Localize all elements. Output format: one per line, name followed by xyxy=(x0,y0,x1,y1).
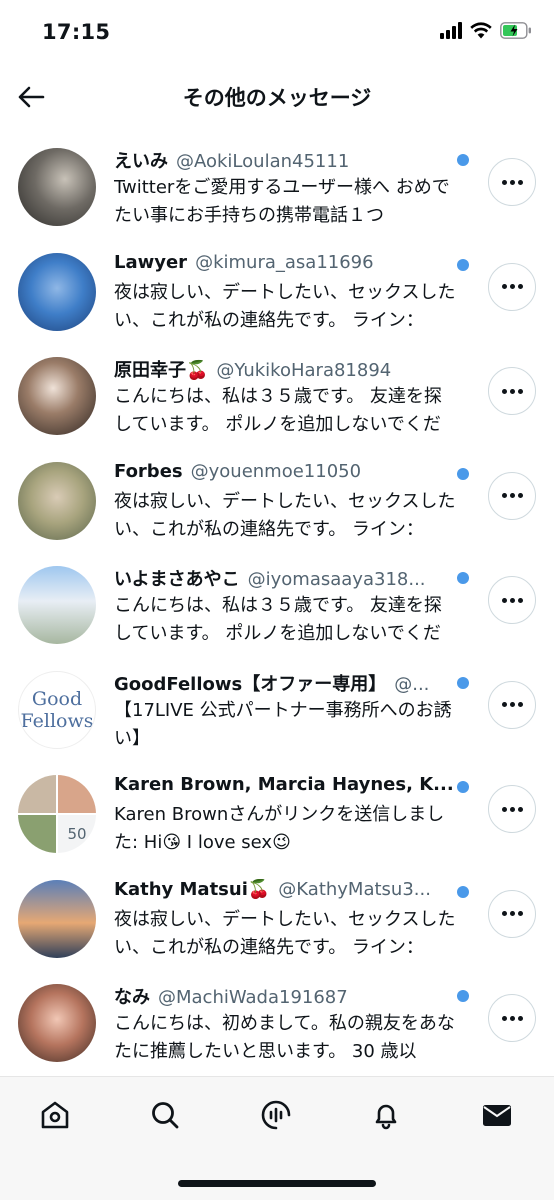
unread-dot xyxy=(457,154,469,166)
message-preview: Twitterをご愛用するユーザー様へ おめでたい事にお手持ちの携帯電話１つ xyxy=(114,177,450,226)
message-content: Karen Brown, Marcia Haynes, K... Karen B… xyxy=(114,774,459,857)
wifi-icon xyxy=(470,21,492,38)
avatar[interactable] xyxy=(18,357,96,435)
sender-handle: @iyomasaaya318... xyxy=(247,569,426,590)
message-row[interactable]: Forbes @youenmoe11050 夜は寂しい、デートしたい、セックスした… xyxy=(0,446,554,551)
message-content: なみ @MachiWada191687 こんにちは、初めまして。私の親友をあなたに… xyxy=(114,983,459,1066)
messages-icon xyxy=(483,1105,511,1126)
home-icon xyxy=(41,1101,69,1129)
avatar[interactable] xyxy=(18,461,96,540)
message-row[interactable]: Good Fellows GoodFellows【オファー専用】 @... 【17… xyxy=(0,655,554,760)
cellular-signal-icon xyxy=(440,21,462,39)
sender-handle: @MachiWada191687 xyxy=(158,987,348,1008)
message-row[interactable]: えいみ @AokiLoulan45111 Twitterをご愛用するユーザー様へ … xyxy=(0,132,554,237)
avatar[interactable] xyxy=(18,566,96,644)
message-preview: こんにちは、私は３５歳です。 友達を探しています。 ポルノを追加しないでくだ xyxy=(114,386,442,435)
unread-dot xyxy=(457,572,469,584)
sender-handle: @YukikoHara81894 xyxy=(216,360,392,381)
more-options-button[interactable] xyxy=(488,471,536,520)
message-preview: 夜は寂しい、デートしたい、セックスしたい、これが私の連絡先です。 ライン： xyxy=(114,908,456,958)
message-row[interactable]: 50 Karen Brown, Marcia Haynes, K... Kare… xyxy=(0,759,554,864)
unread-dot xyxy=(457,781,469,793)
unread-dot xyxy=(457,676,469,689)
avatar[interactable] xyxy=(18,879,96,958)
message-preview: Karen Brownさんがリンクを送信しました: Hi😘 I love sex… xyxy=(114,804,445,853)
battery-charging-icon xyxy=(500,21,531,39)
message-row[interactable]: Lawyer @kimura_asa11696 夜は寂しい、デートしたい、セックス… xyxy=(0,237,554,342)
nav-search[interactable] xyxy=(143,1093,187,1137)
more-options-button[interactable] xyxy=(488,680,536,729)
sender-handle: @AokiLoulan45111 xyxy=(176,151,350,172)
message-content: Forbes @youenmoe11050 夜は寂しい、デートしたい、セックスした… xyxy=(114,461,459,544)
message-content: 原田幸子🍒 @YukikoHara81894 こんにちは、私は３５歳です。 友達を… xyxy=(114,356,459,439)
sender-name: GoodFellows【オファー専用】 xyxy=(114,673,387,695)
spaces-icon xyxy=(261,1100,291,1130)
avatar-logo-text: Fellows xyxy=(20,709,94,732)
sender-name: Kathy Matsui🍒 xyxy=(114,878,271,900)
more-options-button[interactable] xyxy=(488,262,536,311)
sender-name: なみ xyxy=(114,987,150,1008)
nav-spaces[interactable] xyxy=(254,1093,298,1137)
sender-handle: @... xyxy=(394,673,430,695)
more-options-button[interactable] xyxy=(488,785,536,833)
message-preview: 【17LIVE 公式パートナー事務所へのお誘い】 xyxy=(114,699,452,749)
more-options-button[interactable] xyxy=(488,367,536,415)
message-preview: こんにちは、私は３５歳です。 友達を探しています。 ポルノを追加しないでくだ xyxy=(114,595,442,644)
status-time: 17:15 xyxy=(42,20,111,44)
message-row[interactable]: Kathy Matsui🍒 @KathyMatsu3... 夜は寂しい、デートした… xyxy=(0,864,554,969)
avatar[interactable] xyxy=(18,984,96,1062)
more-options-button[interactable] xyxy=(488,994,536,1042)
notifications-icon xyxy=(375,1104,397,1130)
group-member-count: 50 xyxy=(58,815,96,853)
avatar[interactable] xyxy=(18,148,96,226)
home-indicator xyxy=(178,1180,376,1187)
sender-handle: @KathyMatsu3... xyxy=(278,878,431,900)
message-content: いよまさあやこ @iyomasaaya318... こんにちは、私は３５歳です。 … xyxy=(114,565,459,648)
message-content: GoodFellows【オファー専用】 @... 【17LIVE 公式パートナー事… xyxy=(114,670,459,753)
message-row[interactable]: 原田幸子🍒 @YukikoHara81894 こんにちは、私は３５歳です。 友達を… xyxy=(0,341,554,446)
sender-name: 原田幸子🍒 xyxy=(114,360,209,381)
header: その他のメッセージ xyxy=(0,68,554,128)
message-row[interactable]: いよまさあやこ @iyomasaaya318... こんにちは、私は３５歳です。 … xyxy=(0,550,554,655)
message-preview: 夜は寂しい、デートしたい、セックスしたい、これが私の連絡先です。 ライン： xyxy=(114,490,456,540)
nav-home[interactable] xyxy=(33,1093,77,1137)
unread-dot xyxy=(457,467,469,480)
unread-dot xyxy=(457,990,469,1002)
message-content: えいみ @AokiLoulan45111 Twitterをご愛用するユーザー様へ … xyxy=(114,147,459,230)
bottom-nav xyxy=(0,1076,554,1200)
unread-dot xyxy=(457,258,469,271)
more-options-button[interactable] xyxy=(488,158,536,206)
unread-dot xyxy=(457,885,469,898)
message-row[interactable]: なみ @MachiWada191687 こんにちは、初めまして。私の親友をあなたに… xyxy=(0,968,554,1073)
avatar[interactable]: Good Fellows xyxy=(18,670,96,749)
message-content: Kathy Matsui🍒 @KathyMatsu3... 夜は寂しい、デートした… xyxy=(114,879,459,962)
message-preview: 夜は寂しい、デートしたい、セックスしたい、これが私の連絡先です。 ライン： xyxy=(114,281,456,331)
sender-handle: @kimura_asa11696 xyxy=(195,251,374,273)
more-options-button[interactable] xyxy=(488,576,536,624)
status-icons xyxy=(440,21,532,39)
page-title: その他のメッセージ xyxy=(182,86,372,110)
more-options-button[interactable] xyxy=(488,889,536,938)
status-bar: 17:15 xyxy=(0,0,554,68)
avatar-logo-text: Good xyxy=(31,687,83,710)
nav-notifications[interactable] xyxy=(364,1093,408,1137)
message-preview: こんにちは、初めまして。私の親友をあなたに推薦したいと思います。 30 歳以 xyxy=(114,1013,455,1062)
avatar[interactable] xyxy=(18,252,96,331)
sender-name: えいみ xyxy=(114,151,168,172)
sender-name: いよまさあやこ xyxy=(114,569,240,590)
message-list: えいみ @AokiLoulan45111 Twitterをご愛用するユーザー様へ … xyxy=(0,132,554,1076)
sender-name: Karen Brown, Marcia Haynes, K... xyxy=(114,774,454,795)
sender-handle: @youenmoe11050 xyxy=(190,460,362,482)
sender-name: Forbes xyxy=(114,460,183,482)
search-icon xyxy=(152,1102,179,1129)
sender-name: Lawyer xyxy=(114,251,188,273)
nav-messages[interactable] xyxy=(475,1093,519,1137)
message-content: Lawyer @kimura_asa11696 夜は寂しい、デートしたい、セックス… xyxy=(114,252,459,335)
group-avatar[interactable]: 50 xyxy=(18,775,96,853)
